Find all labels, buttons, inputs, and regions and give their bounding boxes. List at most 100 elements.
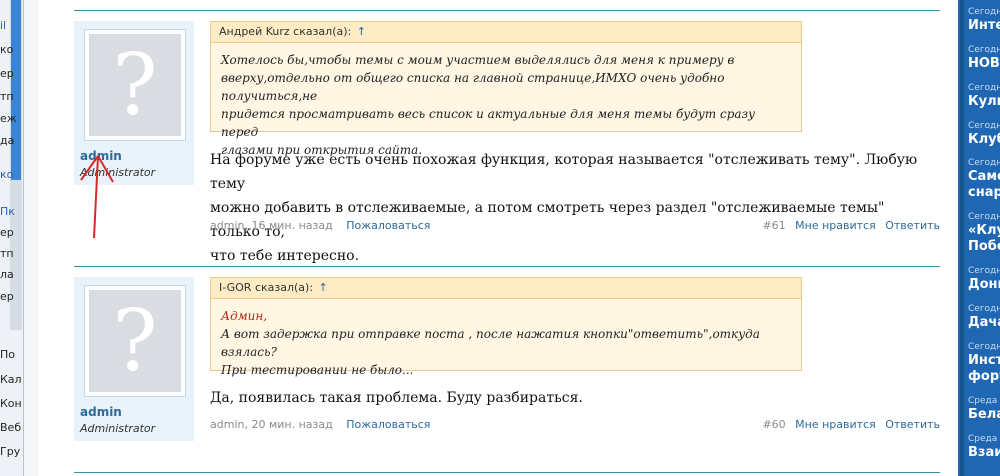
left-label[interactable]: Пк bbox=[0, 205, 15, 218]
sidebar-item[interactable]: Сегодн Клуб bbox=[968, 120, 1000, 148]
sidebar-item-title[interactable]: Инст bbox=[968, 353, 1000, 369]
left-label[interactable]: ер bbox=[0, 290, 14, 303]
red-arrow-icon bbox=[80, 155, 114, 239]
author-role: Administrator bbox=[80, 422, 156, 435]
quote-block: I-GOR сказал(а): ↑ Админ, А вот задержка… bbox=[210, 277, 802, 377]
left-label[interactable]: ер bbox=[0, 67, 14, 80]
post-meta: admin, 20 мин. назад Пожаловаться bbox=[210, 418, 430, 431]
left-label[interactable]: да bbox=[0, 134, 14, 147]
sidebar-item-title[interactable]: Бела bbox=[968, 407, 1000, 423]
sidebar-item-title[interactable]: Донк bbox=[968, 277, 1000, 293]
sidebar-item-day: Сегодн bbox=[968, 7, 1000, 17]
report-link[interactable]: Пожаловаться bbox=[346, 219, 430, 232]
sidebar-item-day: Сегодн bbox=[968, 342, 1000, 352]
sidebar-item-title[interactable]: Взаи bbox=[968, 445, 1000, 461]
quote-jump-icon[interactable]: ↑ bbox=[357, 25, 366, 38]
left-label[interactable]: ер bbox=[0, 226, 14, 239]
post-number[interactable]: #60 bbox=[762, 418, 785, 431]
sidebar-item-day: Сегодн bbox=[968, 266, 1000, 276]
sidebar-item-title[interactable]: Инте bbox=[968, 18, 1000, 34]
sidebar-item-day: Сегодн bbox=[968, 83, 1000, 93]
quote-line: Хотелось бы,чтобы темы с моим участием в… bbox=[221, 53, 735, 67]
left-label[interactable]: По bbox=[0, 348, 15, 361]
sidebar-item[interactable]: Среда Взаи bbox=[968, 433, 1000, 461]
quote-header: I-GOR сказал(а): ↑ bbox=[211, 278, 801, 299]
sidebar-item[interactable]: Сегодн «Клу Побе bbox=[968, 211, 1000, 255]
sidebar-item[interactable]: Сегодн Донк bbox=[968, 265, 1000, 293]
sidebar-item-title[interactable]: «Клу bbox=[968, 223, 1000, 239]
sidebar-item-title[interactable]: НОВО bbox=[968, 56, 1000, 72]
avatar-placeholder-icon: ? bbox=[89, 290, 181, 392]
post-number[interactable]: #61 bbox=[762, 219, 785, 232]
sidebar-item-title[interactable]: Клуб bbox=[968, 132, 1000, 148]
sidebar-item-title[interactable]: Кули bbox=[968, 94, 1000, 110]
sidebar-item[interactable]: Сегодн Инте bbox=[968, 6, 1000, 34]
reply-link[interactable]: Ответить bbox=[885, 219, 940, 232]
post-text: На форуме уже есть очень похожая функция… bbox=[210, 148, 930, 268]
sidebar-item-title[interactable]: снар bbox=[968, 185, 1000, 201]
sidebar-item[interactable]: Сегодн Кули bbox=[968, 82, 1000, 110]
background-window: il ко ер тп еж да ко Пк ер тп ла ер По К… bbox=[0, 0, 24, 476]
left-label: il bbox=[0, 19, 7, 32]
quote-line: При тестировании не было... bbox=[221, 363, 414, 377]
post-author-time: admin, 20 мин. назад bbox=[210, 418, 333, 431]
window-gap bbox=[24, 0, 39, 476]
post-text-line: Да, появилась такая проблема. Буду разби… bbox=[210, 390, 583, 406]
post-actions: #61 Мне нравится Ответить bbox=[762, 219, 940, 232]
author-name[interactable]: admin bbox=[80, 405, 122, 419]
sidebar-item-title[interactable]: Само bbox=[968, 169, 1000, 185]
quote-author: Андрей Kurz сказал(а): bbox=[219, 25, 352, 38]
sidebar-item[interactable]: Сегодн Инст фору bbox=[968, 341, 1000, 385]
sidebar-item[interactable]: Сегодн Дача bbox=[968, 303, 1000, 331]
left-label[interactable]: тп bbox=[0, 90, 14, 103]
sidebar-item-title[interactable]: Побе bbox=[968, 239, 1000, 255]
left-label[interactable]: еж bbox=[0, 112, 17, 125]
like-link[interactable]: Мне нравится bbox=[795, 219, 876, 232]
report-link[interactable]: Пожаловаться bbox=[346, 418, 430, 431]
forum-post: ? admin Administrator Андрей Kurz сказал… bbox=[74, 10, 940, 264]
left-label[interactable]: тп bbox=[0, 247, 14, 260]
avatar[interactable]: ? bbox=[84, 29, 186, 141]
sidebar-item-day: Сегодн bbox=[968, 158, 1000, 168]
post-text-line: что тебе интересно. bbox=[210, 248, 360, 264]
sidebar-border bbox=[960, 0, 964, 476]
sidebar-item-day: Сегодн bbox=[968, 45, 1000, 55]
sidebar-item-day: Среда bbox=[968, 396, 998, 406]
left-label[interactable]: Веб bbox=[0, 421, 21, 434]
sidebar-item[interactable]: Среда Бела bbox=[968, 395, 1000, 423]
quote-jump-icon[interactable]: ↑ bbox=[319, 281, 328, 294]
like-link[interactable]: Мне нравится bbox=[795, 418, 876, 431]
left-label[interactable]: Кон bbox=[0, 397, 22, 410]
sidebar-item-day: Сегодн bbox=[968, 304, 1000, 314]
sidebar-item-title[interactable]: фору bbox=[968, 369, 1000, 385]
sidebar-item-day: Среда bbox=[968, 434, 998, 444]
quote-line: вверху,отдельно от общего списка на глав… bbox=[221, 71, 725, 103]
left-label[interactable]: ко bbox=[0, 43, 13, 56]
avatar-placeholder-icon: ? bbox=[89, 34, 181, 136]
quote-author: I-GOR сказал(а): bbox=[219, 281, 314, 294]
left-label[interactable]: ла bbox=[0, 268, 14, 281]
avatar[interactable]: ? bbox=[84, 285, 186, 397]
quote-body: Админ, А вот задержка при отправке поста… bbox=[211, 299, 801, 389]
sidebar-item-day: Сегодн bbox=[968, 121, 1000, 131]
sidebar-item[interactable]: Сегодн НОВО bbox=[968, 44, 1000, 72]
post-divider bbox=[74, 472, 940, 473]
post-meta: admin, 16 мин. назад Пожаловаться bbox=[210, 219, 430, 232]
post-actions: #60 Мне нравится Ответить bbox=[762, 418, 940, 431]
forum-thread: ? admin Administrator Андрей Kurz сказал… bbox=[38, 0, 958, 476]
post-text: Да, появилась такая проблема. Буду разби… bbox=[210, 386, 930, 410]
left-label[interactable]: Гру bbox=[0, 445, 20, 458]
quote-line: А вот задержка при отправке поста , посл… bbox=[221, 327, 760, 359]
sidebar-item-day: Сегодн bbox=[968, 212, 1000, 222]
quote-line: придется просматривать весь список и акт… bbox=[221, 107, 756, 139]
post-text-line: На форуме уже есть очень похожая функция… bbox=[210, 152, 918, 192]
sidebar-item[interactable]: Сегодн Само снар bbox=[968, 157, 1000, 201]
left-label[interactable]: ко bbox=[0, 168, 13, 181]
quote-line: Админ, bbox=[221, 309, 268, 323]
reply-link[interactable]: Ответить bbox=[885, 418, 940, 431]
quote-block: Андрей Kurz сказал(а): ↑ Хотелось бы,что… bbox=[210, 21, 802, 157]
quote-header: Андрей Kurz сказал(а): ↑ bbox=[211, 22, 801, 43]
left-label[interactable]: Кал bbox=[0, 373, 22, 386]
sidebar-item-title[interactable]: Дача bbox=[968, 315, 1000, 331]
author-profile: ? admin Administrator bbox=[74, 277, 194, 441]
